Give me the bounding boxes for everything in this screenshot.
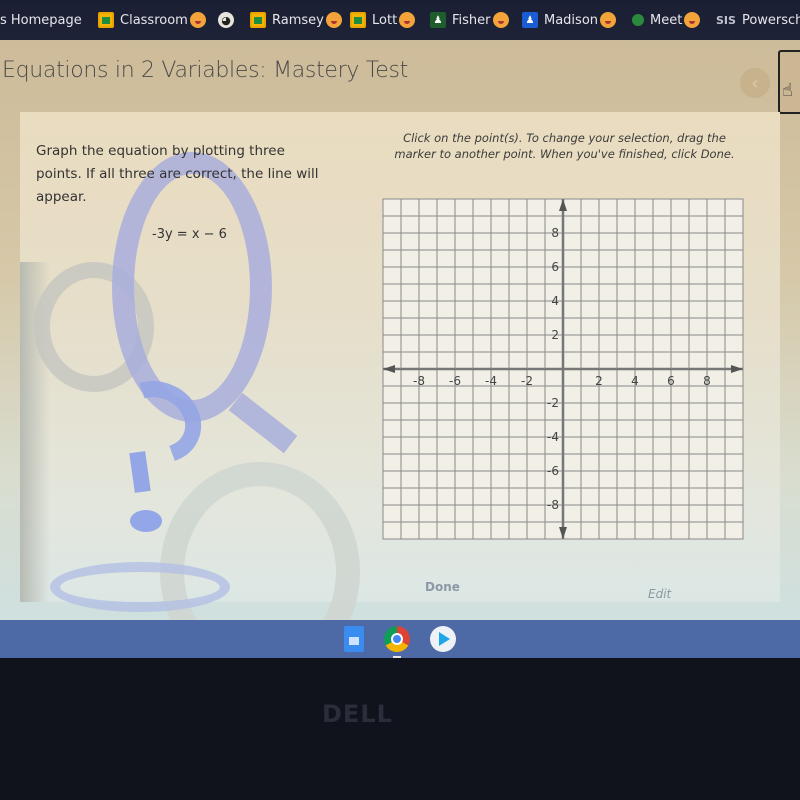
y-tick-label: 2	[551, 328, 559, 342]
edit-button[interactable]: Edit	[648, 587, 671, 601]
play-store-icon[interactable]	[430, 626, 456, 652]
weary-face-emoji-icon	[189, 12, 206, 28]
laptop-bezel	[0, 658, 800, 800]
x-tick-label: -8	[413, 374, 425, 388]
y-tick-label: 4	[551, 294, 559, 308]
bookmark-label: Fisher	[452, 12, 491, 28]
bookmark-meet[interactable]: Meet	[632, 0, 701, 40]
sis-icon: SIS	[716, 13, 736, 27]
bookmark-madison[interactable]: ♟ Madison	[522, 0, 617, 40]
y-tick-label: 8	[551, 226, 559, 240]
smiling-face-emoji-icon	[325, 12, 342, 28]
y-tick-label: -2	[547, 396, 559, 410]
person-icon: ♟	[522, 12, 538, 28]
bookmark-fisher[interactable]: ♟ Fisher	[430, 0, 509, 40]
smiling-hearts-emoji-icon	[492, 12, 509, 28]
bookmark-globe[interactable]: ◕	[218, 0, 234, 40]
chevron-left-icon: ‹	[751, 72, 759, 94]
bookmark-label: Classroom	[120, 12, 188, 28]
bookmark-powerschool[interactable]: SIS Powersch	[716, 0, 800, 40]
x-tick-label: 6	[667, 374, 675, 388]
bookmark-label: Meet	[650, 12, 683, 28]
classroom-icon	[350, 12, 366, 28]
classroom-icon	[98, 12, 114, 28]
coordinate-graph[interactable]: -8 -6 -4 -2 2 4 6 8 8 6 4 2 -2 -4 -6 -8	[380, 197, 746, 546]
decorative-question-mark-dot	[130, 510, 162, 532]
test-page: Equations in 2 Variables: Mastery Test ‹…	[0, 40, 800, 682]
x-tick-label: 4	[631, 374, 639, 388]
person-icon: ♟	[430, 12, 446, 28]
x-tick-label: -4	[485, 374, 497, 388]
smiling-face-emoji-icon	[399, 12, 416, 28]
y-tick-label: -4	[547, 430, 559, 444]
google-docs-icon[interactable]	[344, 626, 364, 652]
done-button[interactable]: Done	[425, 580, 460, 594]
x-tick-label: 2	[595, 374, 603, 388]
page-title: Equations in 2 Variables: Mastery Test	[2, 58, 408, 83]
classroom-icon	[250, 12, 266, 28]
bookmark-label: Powersch	[741, 12, 800, 28]
taskbar-shelf	[0, 620, 800, 658]
question-panel: Graph the equation by plotting three poi…	[20, 112, 780, 682]
bookmark-label: Madison	[544, 12, 599, 28]
bookmark-lott[interactable]: Lott	[350, 0, 416, 40]
y-tick-label: 6	[551, 260, 559, 274]
x-tick-label: 8	[703, 374, 711, 388]
dell-logo: DELL	[322, 700, 393, 728]
previous-button[interactable]: ‹	[740, 68, 770, 98]
decorative-letter-q-tail	[228, 392, 298, 454]
y-tick-label: -8	[547, 498, 559, 512]
bookmark-ramsey[interactable]: Ramsey	[250, 0, 342, 40]
x-tick-label: -2	[521, 374, 533, 388]
bookmark-classroom[interactable]: Classroom	[98, 0, 206, 40]
equation: -3y = x − 6	[152, 227, 227, 242]
bookmark-label: Lott	[372, 12, 398, 28]
decorative-ellipse-icon	[50, 562, 230, 612]
bookmark-label: s Homepage	[0, 12, 82, 28]
globe-icon: ◕	[218, 12, 234, 28]
hand-pointer-cursor-icon: ☝	[782, 80, 793, 101]
x-tick-label: -6	[449, 374, 461, 388]
bookmarks-bar: s Homepage Classroom ◕ Ramsey Lott ♟ Fis…	[0, 0, 800, 40]
zany-face-emoji-icon	[600, 12, 617, 28]
bookmark-label: Ramsey	[272, 12, 324, 28]
bookmark-homepage[interactable]: s Homepage	[0, 0, 82, 40]
meet-icon	[632, 14, 644, 26]
grinning-face-emoji-icon	[684, 12, 701, 28]
question-instructions: Graph the equation by plotting three poi…	[36, 143, 319, 205]
chrome-icon[interactable]	[384, 626, 410, 658]
graph-directions: Click on the point(s). To change your se…	[394, 131, 735, 161]
y-tick-label: -6	[547, 464, 559, 478]
graph-canvas[interactable]: -8 -6 -4 -2 2 4 6 8 8 6 4 2 -2 -4 -6 -8	[380, 197, 746, 542]
